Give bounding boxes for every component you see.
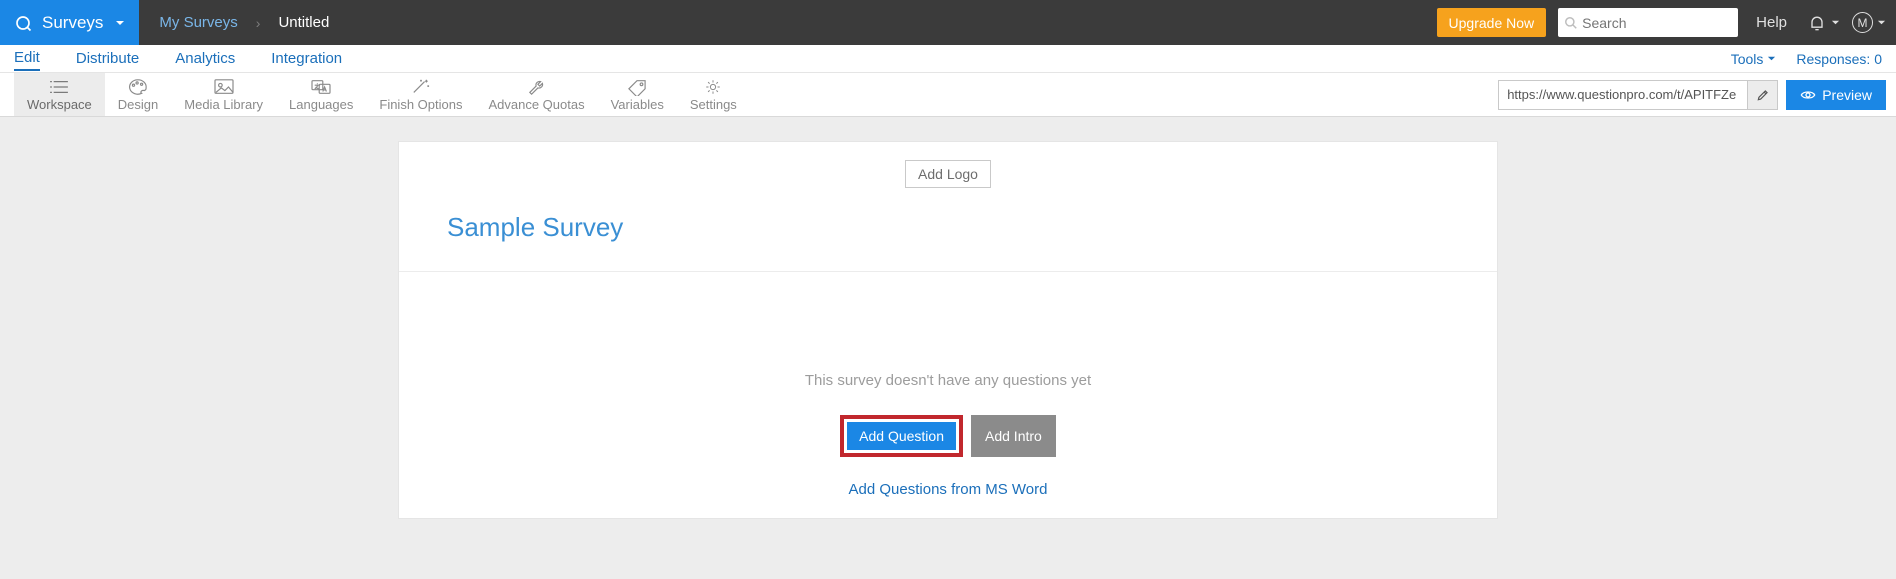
survey-title[interactable]: Sample Survey bbox=[447, 212, 1497, 243]
wrench-icon bbox=[526, 78, 548, 96]
caret-down-icon bbox=[1877, 18, 1886, 27]
survey-canvas: Add Logo Sample Survey This survey doesn… bbox=[398, 141, 1498, 519]
tool-advance-quotas[interactable]: Advance Quotas bbox=[475, 73, 597, 116]
global-search[interactable] bbox=[1558, 8, 1738, 37]
app-logo-icon bbox=[14, 14, 32, 32]
gear-icon bbox=[702, 78, 724, 96]
tool-finish-options[interactable]: Finish Options bbox=[366, 73, 475, 116]
tool-label: Languages bbox=[289, 97, 353, 112]
preview-label: Preview bbox=[1822, 87, 1872, 103]
palette-icon bbox=[127, 78, 149, 96]
chevron-right-icon: › bbox=[256, 15, 261, 31]
caret-down-icon bbox=[115, 18, 125, 28]
avatar: M bbox=[1852, 12, 1873, 33]
top-bar: Surveys My Surveys › Untitled Upgrade No… bbox=[0, 0, 1896, 45]
section-tabs: Edit Distribute Analytics Integration To… bbox=[0, 45, 1896, 73]
workspace-icon bbox=[48, 78, 70, 96]
tool-label: Advance Quotas bbox=[488, 97, 584, 112]
breadcrumb: My Surveys › Untitled bbox=[139, 0, 329, 45]
preview-button[interactable]: Preview bbox=[1786, 80, 1886, 110]
tool-label: Finish Options bbox=[379, 97, 462, 112]
edit-url-button[interactable] bbox=[1747, 81, 1777, 109]
tab-distribute[interactable]: Distribute bbox=[76, 47, 139, 70]
tab-analytics[interactable]: Analytics bbox=[175, 47, 235, 70]
editor-canvas-wrap: Add Logo Sample Survey This survey doesn… bbox=[0, 117, 1896, 579]
tutorial-highlight: Add Question bbox=[840, 415, 963, 457]
tool-label: Workspace bbox=[27, 97, 92, 112]
caret-down-icon bbox=[1831, 18, 1840, 27]
upgrade-button[interactable]: Upgrade Now bbox=[1437, 8, 1547, 37]
tool-media-library[interactable]: Media Library bbox=[171, 73, 276, 116]
eye-icon bbox=[1800, 87, 1816, 103]
avatar-initial: M bbox=[1858, 16, 1868, 30]
search-input[interactable] bbox=[1582, 15, 1732, 31]
add-from-msword-link[interactable]: Add Questions from MS Word bbox=[399, 481, 1497, 498]
add-logo-button[interactable]: Add Logo bbox=[905, 160, 991, 188]
tools-dropdown[interactable]: Tools bbox=[1731, 51, 1777, 67]
tool-design[interactable]: Design bbox=[105, 73, 171, 116]
tool-label: Design bbox=[118, 97, 158, 112]
user-menu[interactable]: M bbox=[1848, 0, 1896, 45]
tool-settings[interactable]: Settings bbox=[677, 73, 750, 116]
search-icon bbox=[1564, 16, 1578, 30]
add-question-button[interactable]: Add Question bbox=[847, 422, 956, 450]
pencil-icon bbox=[1756, 88, 1770, 102]
tag-icon bbox=[626, 78, 648, 96]
app-switcher[interactable]: Surveys bbox=[0, 0, 139, 45]
survey-url-input[interactable] bbox=[1499, 87, 1747, 102]
bell-icon bbox=[1807, 13, 1827, 33]
tools-label: Tools bbox=[1731, 51, 1764, 67]
app-name: Surveys bbox=[42, 13, 103, 33]
responses-count[interactable]: Responses: 0 bbox=[1796, 51, 1882, 67]
image-icon bbox=[213, 78, 235, 96]
add-intro-button[interactable]: Add Intro bbox=[971, 415, 1056, 457]
tool-languages[interactable]: Languages bbox=[276, 73, 366, 116]
tool-label: Settings bbox=[690, 97, 737, 112]
empty-state-text: This survey doesn't have any questions y… bbox=[399, 372, 1497, 389]
caret-down-icon bbox=[1767, 54, 1776, 63]
notifications-menu[interactable] bbox=[1799, 0, 1848, 45]
tool-variables[interactable]: Variables bbox=[598, 73, 677, 116]
survey-url-box bbox=[1498, 80, 1778, 110]
tool-label: Variables bbox=[611, 97, 664, 112]
breadcrumb-current: Untitled bbox=[278, 14, 329, 31]
tool-workspace[interactable]: Workspace bbox=[14, 73, 105, 116]
tool-label: Media Library bbox=[184, 97, 263, 112]
tab-integration[interactable]: Integration bbox=[271, 47, 342, 70]
tab-edit[interactable]: Edit bbox=[14, 46, 40, 71]
editor-toolbar: Workspace Design Media Library Languages bbox=[0, 73, 1896, 117]
help-link[interactable]: Help bbox=[1744, 0, 1799, 45]
magic-wand-icon bbox=[410, 78, 432, 96]
breadcrumb-my-surveys[interactable]: My Surveys bbox=[159, 14, 237, 31]
empty-state: This survey doesn't have any questions y… bbox=[399, 272, 1497, 518]
languages-icon bbox=[310, 78, 332, 96]
